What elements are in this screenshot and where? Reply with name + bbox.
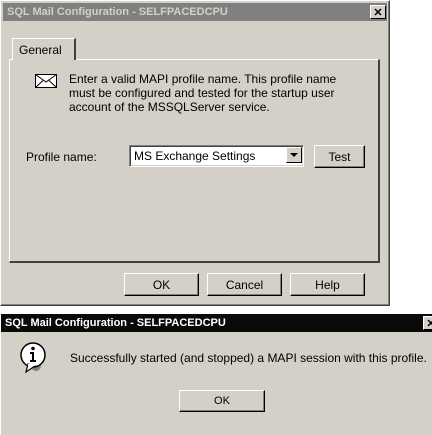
information-icon bbox=[20, 342, 46, 374]
help-button[interactable]: Help bbox=[290, 273, 365, 296]
config-dialog: SQL Mail Configuration - SELFPACEDCPU ✕ … bbox=[0, 0, 390, 306]
message-box-title: SQL Mail Configuration - SELFPACEDCPU bbox=[5, 317, 226, 329]
dropdown-button[interactable] bbox=[286, 147, 302, 163]
chevron-down-icon bbox=[290, 152, 298, 157]
config-dialog-close-button[interactable]: ✕ bbox=[370, 5, 386, 19]
tab-general-label: General bbox=[19, 43, 62, 57]
test-button[interactable]: Test bbox=[314, 145, 365, 168]
envelope-icon bbox=[35, 74, 57, 88]
cancel-button[interactable]: Cancel bbox=[207, 273, 282, 296]
message-box: SQL Mail Configuration - SELFPACEDCPU ✕ … bbox=[0, 313, 432, 435]
close-icon: ✕ bbox=[373, 6, 383, 19]
message-text: Successfully started (and stopped) a MAP… bbox=[70, 351, 427, 365]
tab-panel: Enter a valid MAPI profile name. This pr… bbox=[9, 59, 380, 263]
ok-button-label: OK bbox=[152, 277, 171, 292]
profile-name-label: Profile name: bbox=[26, 150, 97, 164]
help-button-label: Help bbox=[315, 277, 340, 292]
message-ok-button[interactable]: OK bbox=[179, 390, 265, 412]
close-icon: ✕ bbox=[426, 317, 432, 330]
config-dialog-titlebar[interactable]: SQL Mail Configuration - SELFPACEDCPU bbox=[3, 3, 387, 21]
profile-name-select[interactable]: MS Exchange Settings bbox=[129, 145, 304, 167]
test-button-label: Test bbox=[328, 149, 351, 164]
message-ok-button-label: OK bbox=[214, 395, 230, 407]
config-dialog-title: SQL Mail Configuration - SELFPACEDCPU bbox=[7, 6, 228, 18]
message-box-close-button[interactable]: ✕ bbox=[423, 316, 432, 330]
ok-button[interactable]: OK bbox=[124, 273, 199, 296]
profile-name-value: MS Exchange Settings bbox=[134, 149, 256, 163]
info-text: Enter a valid MAPI profile name. This pr… bbox=[69, 72, 337, 114]
message-box-titlebar[interactable]: SQL Mail Configuration - SELFPACEDCPU bbox=[1, 314, 432, 332]
cancel-button-label: Cancel bbox=[225, 277, 264, 292]
tab-general[interactable]: General bbox=[12, 38, 76, 60]
